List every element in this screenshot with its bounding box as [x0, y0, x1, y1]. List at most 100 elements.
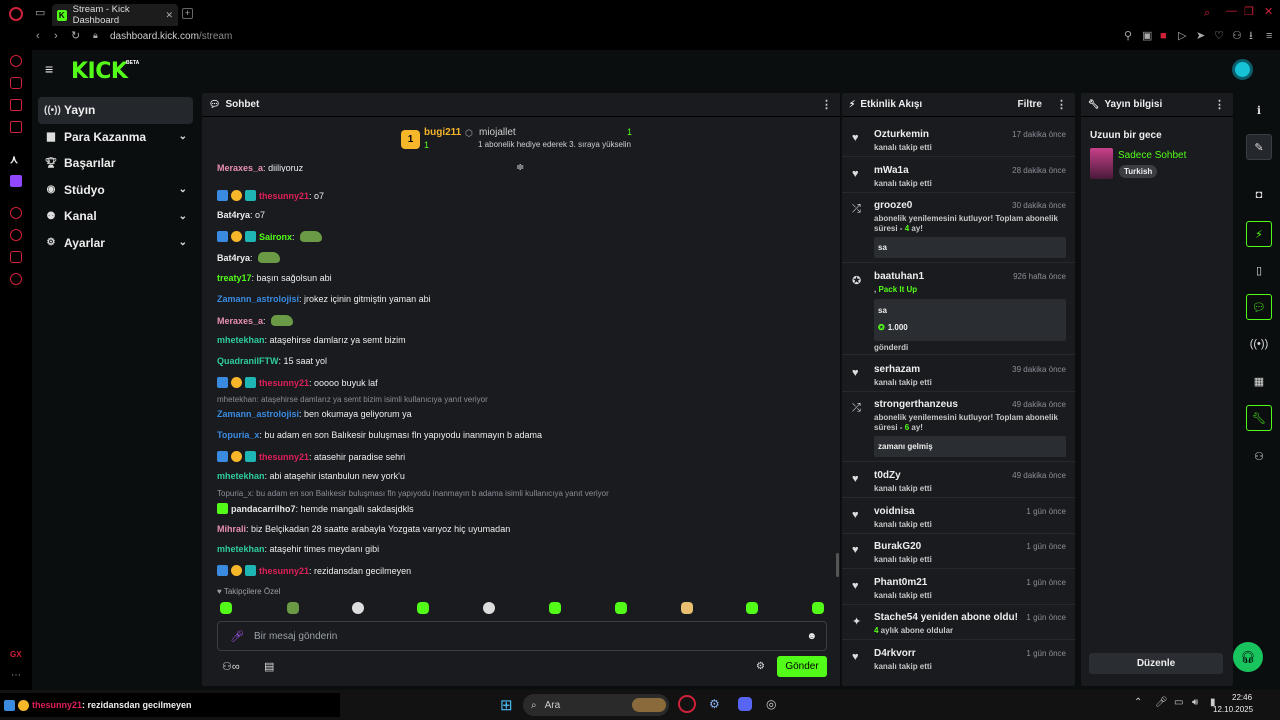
heart-icon[interactable]: ♡	[1214, 31, 1224, 42]
emote-icon[interactable]	[615, 602, 627, 614]
nav-item-studyo[interactable]: ◉ Stüdyo ⌄	[38, 177, 193, 204]
close-window-icon[interactable]: ✕	[1264, 7, 1273, 18]
discord-icon[interactable]	[738, 697, 752, 711]
maximize-icon[interactable]: ❐	[1244, 7, 1254, 18]
chat-username[interactable]: Bat4rya	[217, 253, 250, 263]
chat-username[interactable]: Saironx	[259, 232, 292, 242]
reply-context[interactable]: mhetekhan: ataşehirse damlarız ya semt b…	[217, 395, 488, 404]
chat-users-icon[interactable]: ⚇∞	[222, 660, 240, 673]
volume-icon[interactable]: 🔊︎	[1192, 697, 1198, 708]
twitch-icon[interactable]	[10, 99, 22, 111]
chat-username[interactable]: Topuria_x	[217, 430, 259, 440]
player-icon[interactable]: ▷	[1178, 31, 1186, 42]
chat-settings-icon[interactable]: ⚙	[756, 661, 765, 672]
emote-icon[interactable]	[220, 602, 232, 614]
forward-icon[interactable]: ›	[54, 31, 58, 42]
activity-user[interactable]: voidnisa	[874, 506, 915, 517]
flow-icon[interactable]: ➤	[1196, 31, 1205, 42]
hamburger-icon[interactable]: ≡	[45, 61, 53, 77]
opera-taskbar-icon[interactable]	[678, 695, 696, 713]
settings-sidebar-icon[interactable]	[10, 273, 22, 285]
history-icon[interactable]	[10, 229, 22, 241]
chat-username[interactable]: thesunny21	[259, 191, 309, 201]
opera-logo-icon[interactable]	[9, 7, 23, 21]
mic-tray-icon[interactable]: 🎤︎	[1155, 697, 1168, 708]
category-name[interactable]: Sadece Sohbet	[1118, 150, 1186, 161]
windows-start-icon[interactable]: ⊞	[500, 696, 513, 714]
activity-user[interactable]: D4rkvorr	[874, 648, 916, 659]
filter-button[interactable]: Filtre	[1018, 99, 1042, 110]
activity-user[interactable]: mWa1a	[874, 165, 909, 176]
close-tab-icon[interactable]: ✕	[165, 10, 173, 21]
emote-icon[interactable]	[812, 602, 824, 614]
chat-username[interactable]: mhetekhan	[217, 544, 265, 554]
emote-icon[interactable]	[681, 602, 693, 614]
nav-item-ayarlar[interactable]: ⚙ Ayarlar ⌄	[38, 230, 193, 257]
back-icon[interactable]: ‹	[36, 31, 40, 42]
url-field[interactable]: dashboard.kick.com/stream	[110, 31, 232, 42]
info-options-icon[interactable]: ⋮	[1214, 98, 1225, 111]
emote-icon[interactable]	[417, 602, 429, 614]
player-sidebar-icon[interactable]	[10, 207, 22, 219]
activity-user[interactable]: BurakG20	[874, 541, 921, 552]
tab-switcher-icon[interactable]: ▭	[35, 8, 45, 19]
aria-icon[interactable]	[10, 77, 22, 89]
tab-kick-dashboard[interactable]: K Stream - Kick Dashboard ✕	[52, 4, 178, 26]
taskbar-search[interactable]: ⌕ Ara	[523, 694, 669, 716]
chat-username[interactable]: thesunny21	[259, 452, 309, 462]
menu-icon[interactable]: ≡	[1266, 31, 1272, 42]
chat-options-icon[interactable]: ⋮	[821, 98, 832, 111]
top-user[interactable]: bugi211	[424, 127, 461, 138]
clock-date[interactable]: 12.10.2025	[1213, 705, 1253, 714]
network-icon[interactable]: ▭	[1174, 697, 1183, 708]
chat-input[interactable]: 🎤︎ Bir mesaj gönderin ☻	[217, 621, 827, 651]
emote-icon[interactable]	[549, 602, 561, 614]
camera-icon[interactable]: ◘	[1246, 182, 1272, 208]
chat-username[interactable]: mhetekhan	[217, 335, 265, 345]
kick-logo[interactable]: KICK	[71, 59, 128, 84]
snapshot-icon[interactable]: ▣	[1142, 31, 1152, 42]
emote-icon[interactable]	[352, 602, 364, 614]
stream-notification[interactable]: thesunny21 : rezidansdan gecilmeyen	[0, 693, 340, 717]
activity-user[interactable]: Ozturkemin	[874, 129, 929, 140]
chat-username[interactable]: Zamann_astrolojisi	[217, 409, 299, 419]
gifter-user[interactable]: miojallet	[479, 127, 516, 138]
activity-toggle-icon[interactable]: ⚡︎	[1246, 221, 1272, 247]
extensions-icon[interactable]	[10, 251, 22, 263]
activity-user[interactable]: Phant0m21	[874, 577, 927, 588]
tray-chevron-icon[interactable]: ⌃	[1134, 697, 1142, 708]
moderation-icon[interactable]: ▦	[1246, 368, 1272, 394]
twitch-sidebar-icon[interactable]	[10, 175, 22, 187]
activity-options-icon[interactable]: ⋮	[1056, 98, 1067, 111]
reload-icon[interactable]: ↻	[71, 31, 80, 42]
steam-icon[interactable]: ◎	[766, 697, 776, 711]
chat-username[interactable]: Meraxes_a	[217, 316, 263, 326]
edit-stream-icon[interactable]: ✎	[1246, 134, 1272, 160]
activity-user[interactable]: baatuhan1	[874, 271, 924, 282]
account-icon[interactable]: ⚇	[1232, 31, 1242, 42]
nav-item-basarilar[interactable]: 🏆︎ Başarılar	[38, 150, 193, 177]
chat-toggle-icon[interactable]: 💬︎	[1246, 294, 1272, 320]
youtube-icon[interactable]	[10, 121, 22, 133]
live-icon[interactable]: ((•))	[1246, 331, 1272, 357]
nav-item-para-kazanma[interactable]: ▆ Para Kazanma ⌄	[38, 124, 193, 151]
chat-username[interactable]: QuadranilFTW	[217, 356, 279, 366]
activity-user[interactable]: Stache54 yeniden abone oldu!	[874, 612, 1018, 623]
chat-username[interactable]: Zamann_astrolojisi	[217, 294, 299, 304]
chat-username[interactable]: Bat4rya	[217, 210, 250, 220]
chat-username[interactable]: thesunny21	[259, 566, 309, 576]
chat-username[interactable]: mhetekhan	[217, 471, 265, 481]
chat-scrollbar[interactable]	[836, 553, 839, 577]
chat-username[interactable]: pandacarrilho7	[231, 504, 296, 514]
info-icon[interactable]: ℹ	[1246, 97, 1272, 123]
users-icon[interactable]: ⚇	[1246, 443, 1272, 469]
emote-icon[interactable]	[746, 602, 758, 614]
emoji-picker-icon[interactable]: ☻	[806, 631, 817, 642]
download-icon[interactable]: ⭳	[1249, 31, 1253, 42]
clock-time[interactable]: 22:46	[1232, 693, 1252, 702]
activity-user[interactable]: grooze0	[874, 200, 912, 211]
activity-user[interactable]: t0dZy	[874, 470, 901, 481]
adblock-icon[interactable]: ■	[1160, 31, 1167, 42]
nav-item-yayin[interactable]: ((•)) Yayın	[38, 97, 193, 124]
kick-sidebar-icon[interactable]: ⋏	[10, 153, 22, 166]
